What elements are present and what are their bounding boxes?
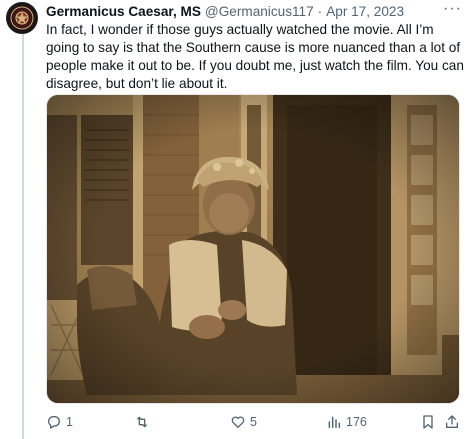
heart-icon: [231, 416, 245, 428]
reply-count: 1: [66, 415, 73, 429]
thread-rail: [22, 34, 24, 439]
like-count: 5: [250, 415, 257, 429]
reply-icon: [48, 416, 60, 429]
tweet-date[interactable]: Apr 17, 2023: [326, 4, 404, 19]
author-name[interactable]: Germanicus Caesar, MS: [46, 4, 201, 19]
avatar-emblem-icon: [10, 6, 34, 30]
bookmark-button[interactable]: [420, 414, 436, 430]
film-still-image: [47, 95, 459, 403]
separator: ·: [317, 3, 323, 19]
author-handle[interactable]: @Germanicus117: [205, 4, 314, 19]
tweet-media-image[interactable]: [46, 94, 460, 404]
views-chart-icon: [328, 416, 341, 429]
retweet-icon: [136, 416, 148, 428]
more-options-button[interactable]: ···: [443, 1, 462, 17]
like-button[interactable]: 5: [230, 414, 257, 430]
bookmark-icon: [423, 415, 433, 429]
share-icon: [446, 415, 458, 428]
retweet-button[interactable]: [134, 414, 154, 430]
reply-button[interactable]: 1: [46, 414, 73, 430]
tweet-actions: 1 5 176: [46, 412, 460, 434]
views-button[interactable]: 176: [326, 414, 367, 430]
share-button[interactable]: [444, 414, 460, 430]
tweet-text: In fact, I wonder if those guys actually…: [46, 22, 464, 91]
view-count: 176: [346, 415, 367, 429]
tweet-header: Germanicus Caesar, MS @Germanicus117 · A…: [46, 2, 474, 20]
avatar[interactable]: [6, 2, 38, 34]
